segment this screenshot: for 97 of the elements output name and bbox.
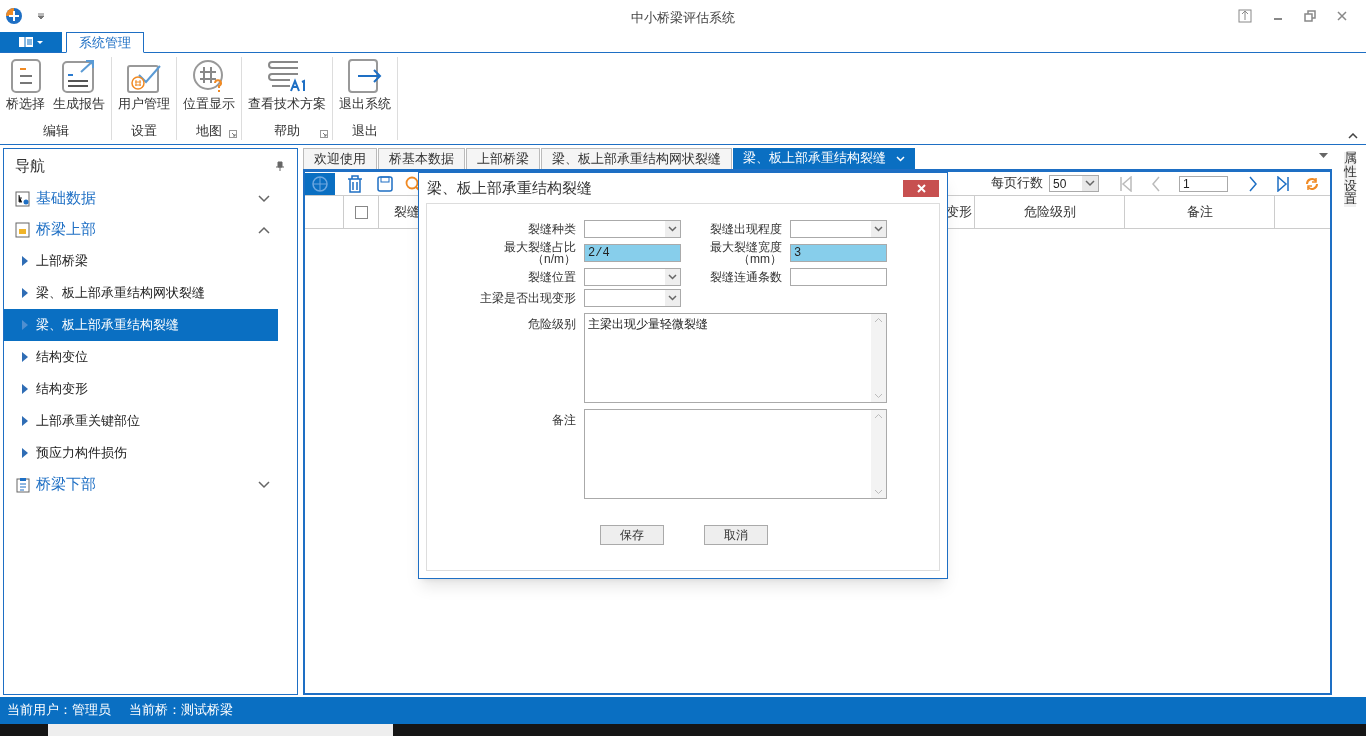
dialog-launcher-icon[interactable] [229, 130, 237, 138]
column-header: 裂缝 [394, 203, 420, 221]
nav-item[interactable]: 上部承重关键部位 [4, 405, 278, 437]
dialog-launcher-icon[interactable] [320, 130, 328, 138]
window-title: 中小桥梁评估系统 [631, 10, 735, 25]
column-header: 备注 [1186, 203, 1213, 221]
rows-per-page-label: 每页行数 [991, 175, 1043, 193]
ribbon-button[interactable]: 桥选择 [3, 57, 48, 115]
previous-page-icon[interactable] [1151, 175, 1161, 192]
triangle-icon [22, 288, 28, 298]
app-logo-icon [5, 7, 23, 25]
combo-box[interactable] [790, 220, 887, 238]
text-field[interactable]: 3 [790, 244, 887, 262]
panel-menu-icon [18, 36, 44, 48]
page-number-field[interactable]: 1 [1179, 175, 1228, 192]
ribbon-button[interactable]: 位置显示 [180, 57, 238, 115]
crosshair-icon[interactable] [305, 172, 335, 195]
nav-item[interactable]: 结构变形 [4, 373, 278, 405]
nav-item[interactable]: 梁、板上部承重结构网状裂缝 [4, 277, 278, 309]
column-header: 危险级别 [1023, 203, 1076, 221]
header-checkbox[interactable] [354, 205, 368, 219]
stacked-lines-icon [266, 59, 308, 93]
field-label: 最大裂缝占比（n/m） [503, 241, 576, 265]
field-label: 裂缝种类 [528, 223, 576, 235]
combo-box[interactable] [584, 220, 681, 238]
ribbon-group-label: 帮助 [274, 122, 300, 140]
ribbon-display-icon[interactable] [1238, 9, 1252, 23]
file-menu-button[interactable] [0, 32, 62, 52]
close-icon [916, 183, 926, 193]
panel-title: 导航 [15, 155, 45, 176]
triangle-icon [22, 448, 28, 458]
document-tab[interactable]: 欢迎使用 [303, 148, 377, 169]
triangle-icon [22, 320, 28, 330]
field-label: 裂缝连通条数 [710, 271, 782, 283]
field-label: 裂缝位置 [528, 271, 576, 283]
field-label: 裂缝出现程度 [710, 223, 782, 235]
combo-box[interactable] [584, 289, 681, 307]
triangle-icon [22, 416, 28, 426]
field-label: 危险级别 [528, 316, 576, 333]
nav-item[interactable]: 结构变位 [4, 341, 278, 373]
pin-icon[interactable] [276, 161, 284, 171]
first-page-icon[interactable] [1119, 175, 1133, 192]
chevron-down-icon [896, 155, 905, 162]
nav-group-header[interactable]: 桥梁上部 [4, 214, 297, 245]
rows-per-page-dropdown[interactable]: 50 [1049, 175, 1099, 192]
restore-icon[interactable] [1304, 10, 1316, 22]
document-tab[interactable]: 上部桥梁 [466, 148, 540, 169]
dialog-button[interactable]: 保存 [600, 525, 664, 545]
nav-group-header[interactable]: 基础数据 [4, 183, 297, 214]
triangle-icon [22, 352, 28, 362]
tab-list-dropdown-icon[interactable] [1319, 153, 1328, 158]
list-document-icon [10, 59, 41, 93]
ribbon-button[interactable]: 生成报告 [50, 57, 108, 115]
document-tab[interactable]: 梁、板上部承重结构裂缝 [733, 148, 915, 169]
field-label: 备注 [552, 412, 576, 429]
document-tab[interactable]: 桥基本数据 [378, 148, 465, 169]
text-field[interactable]: 2/4 [584, 244, 681, 262]
triangle-icon [22, 256, 28, 266]
document-icon [15, 221, 31, 238]
nav-group-header[interactable]: 桥梁下部 [4, 469, 297, 500]
quick-access-dropdown-icon[interactable] [37, 13, 45, 19]
ribbon-group-label: 地图 [196, 122, 222, 140]
triangle-icon [22, 384, 28, 394]
field-label: 最大裂缝宽度（mm） [709, 241, 782, 265]
ribbon-group-label: 设置 [131, 122, 157, 140]
arrow-box-icon [348, 59, 382, 93]
ribbon-tab[interactable]: 系统管理 [66, 32, 144, 53]
clipboard-icon [15, 476, 31, 493]
document-tab[interactable]: 梁、板上部承重结构网状裂缝 [541, 148, 732, 169]
close-button[interactable] [903, 179, 939, 197]
last-page-icon[interactable] [1276, 175, 1290, 192]
ribbon-button[interactable]: 退出系统 [336, 57, 394, 115]
nav-item[interactable]: 梁、板上部承重结构裂缝 [4, 309, 278, 341]
side-panel-tab[interactable]: 属性设置 [1343, 152, 1357, 207]
ribbon-button[interactable]: 用户管理 [115, 57, 173, 115]
nav-item[interactable]: 预应力构件损伤 [4, 437, 278, 469]
status-text: 当前用户：管理员 [7, 702, 111, 720]
combo-box[interactable] [584, 268, 681, 286]
collapse-ribbon-icon[interactable] [1348, 133, 1358, 139]
field-label: 主梁是否出现变形 [480, 292, 576, 304]
refresh-icon[interactable] [1304, 175, 1320, 192]
search-icon[interactable] [405, 175, 421, 192]
status-text: 当前桥：测试桥梁 [129, 702, 233, 720]
trash-icon[interactable] [347, 174, 363, 193]
ribbon-button[interactable]: 查看技术方案 [245, 57, 329, 115]
ribbon-group-label: 退出 [352, 122, 378, 140]
ribbon-group-label: 编辑 [42, 122, 69, 140]
dialog-title: 梁、板上部承重结构裂缝 [427, 177, 592, 198]
next-page-icon[interactable] [1248, 175, 1258, 192]
grid-question-icon [192, 59, 226, 93]
close-icon[interactable] [1336, 10, 1348, 22]
column-header: 变形 [946, 203, 972, 221]
dialog-button[interactable]: 取消 [704, 525, 768, 545]
document-icon [15, 190, 31, 207]
save-icon[interactable] [377, 175, 393, 192]
nav-item[interactable]: 上部桥梁 [4, 245, 278, 277]
text-field[interactable] [790, 268, 887, 286]
